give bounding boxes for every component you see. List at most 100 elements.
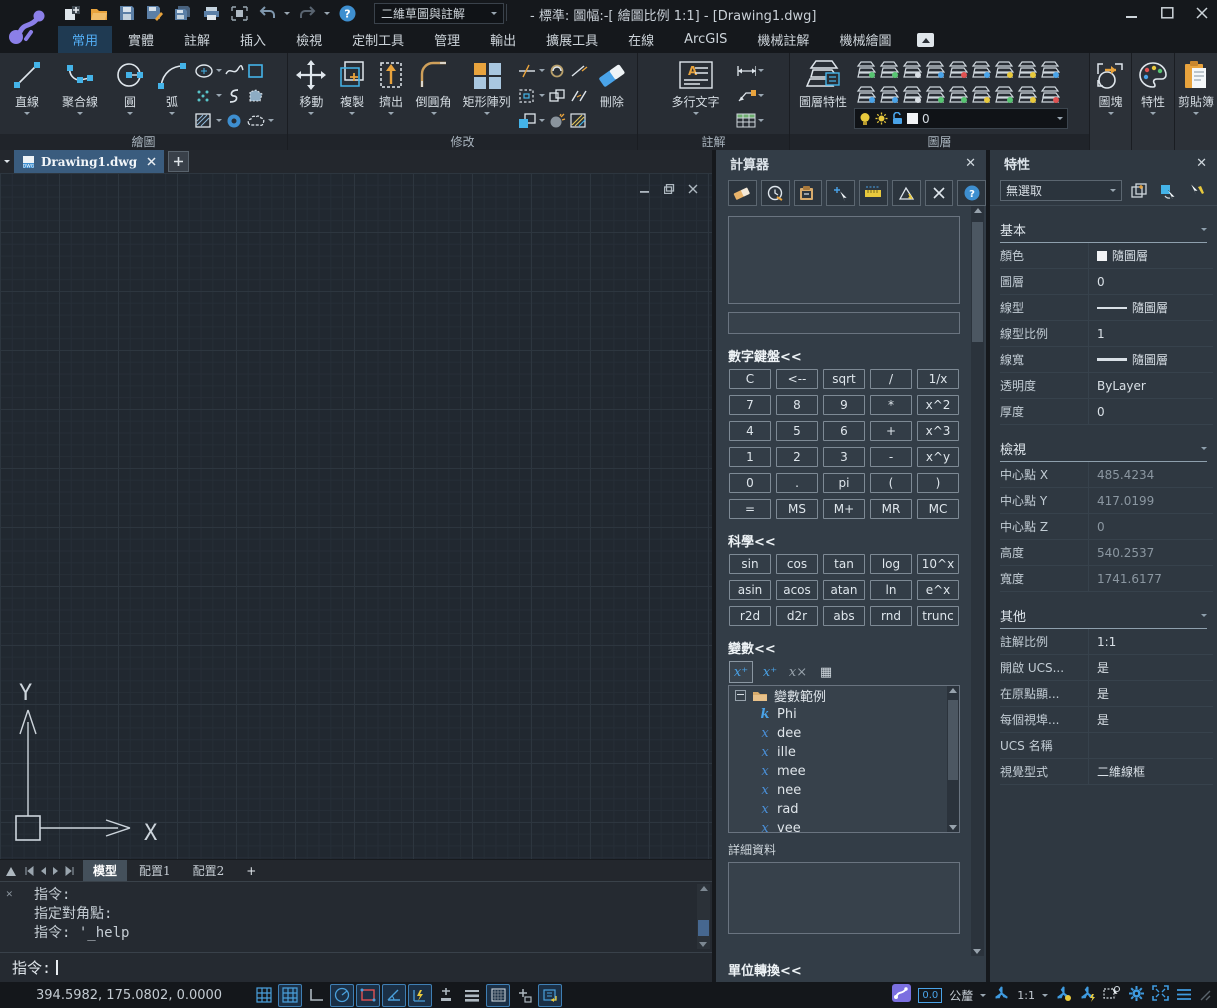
chevron-down-icon[interactable]: [693, 112, 699, 115]
calc-help-icon[interactable]: ?: [957, 180, 986, 206]
calculator-input-box[interactable]: [728, 312, 960, 334]
tab-mech-draw[interactable]: 機械繪圖: [825, 26, 905, 53]
delete-icon[interactable]: [925, 180, 954, 206]
layer-tool-icon[interactable]: [1038, 56, 1061, 81]
layer-tool-icon[interactable]: [1015, 56, 1038, 81]
layer-tool-icon[interactable]: [1015, 81, 1038, 106]
dimension-icon[interactable]: [736, 61, 756, 81]
clipboard-button[interactable]: 剪貼簿: [1175, 56, 1217, 115]
circle-button[interactable]: 圓: [110, 56, 150, 115]
property-row[interactable]: 寬度1741.6177: [1000, 566, 1213, 592]
paste-to-command-icon[interactable]: [794, 180, 823, 206]
next-layout-icon[interactable]: [52, 866, 60, 876]
layer-dropdown[interactable]: 0: [854, 108, 1068, 129]
layout-tab-2[interactable]: 配置2: [183, 860, 235, 881]
undo-dropdown-icon[interactable]: [284, 12, 290, 15]
tab-express-tools[interactable]: 擴展工具: [532, 26, 612, 53]
panel-label-draw[interactable]: 繪圖: [0, 134, 287, 150]
transparency-toggle[interactable]: [486, 984, 510, 1007]
layer-tool-icon[interactable]: [969, 81, 992, 106]
annotation-scale-icon[interactable]: [993, 985, 1010, 1006]
calc-key[interactable]: MS: [776, 499, 818, 519]
tab-view[interactable]: 檢視: [282, 26, 336, 53]
document-tab[interactable]: DWG Drawing1.dwg: [14, 150, 164, 173]
variable-item[interactable]: xrad: [729, 800, 959, 819]
calc-key[interactable]: <--: [776, 369, 818, 389]
app-logo-icon[interactable]: [0, 0, 56, 53]
command-close-icon[interactable]: ✕: [6, 887, 13, 900]
polar-tracking-toggle[interactable]: [330, 984, 354, 1007]
tree-scrollbar[interactable]: [947, 686, 959, 832]
calc-key[interactable]: MR: [870, 499, 912, 519]
calc-key[interactable]: =: [729, 499, 771, 519]
panel-label-layers[interactable]: 圖層: [790, 134, 1089, 150]
break-icon[interactable]: [569, 86, 589, 106]
property-row[interactable]: 註解比例1:1: [1000, 629, 1213, 655]
trim-icon[interactable]: [517, 61, 537, 81]
chevron-down-icon[interactable]: [216, 94, 222, 97]
explode-icon[interactable]: [547, 111, 567, 131]
collapse-node-icon[interactable]: [735, 690, 746, 701]
scale-chevron-icon[interactable]: [1042, 994, 1048, 997]
calc-key[interactable]: 7: [729, 395, 771, 415]
calc-key[interactable]: (: [870, 473, 912, 493]
variables-tree[interactable]: 變數範例 kPhi xdee xille xmee xnee xrad xvee: [728, 685, 960, 833]
layer-tool-icon[interactable]: [1038, 81, 1061, 106]
calc-key[interactable]: 0: [729, 473, 771, 493]
chevron-down-icon[interactable]: [1150, 112, 1156, 115]
cmd-expand-icon[interactable]: [6, 861, 16, 880]
property-row[interactable]: UCS 名稱: [1000, 733, 1213, 759]
add-layout-button[interactable]: +: [236, 862, 266, 880]
calc-key[interactable]: d2r: [776, 606, 818, 626]
chevron-down-icon[interactable]: [169, 112, 175, 115]
chevron-down-icon[interactable]: [24, 112, 30, 115]
calc-key[interactable]: abs: [823, 606, 865, 626]
line-button[interactable]: 直線: [4, 56, 50, 115]
ribbon-collapse-button[interactable]: [917, 33, 934, 47]
chevron-down-icon[interactable]: [484, 112, 490, 115]
chevron-down-icon[interactable]: [758, 69, 764, 72]
calc-key[interactable]: 2: [776, 447, 818, 467]
layer-tool-icon[interactable]: [854, 81, 877, 106]
tab-online[interactable]: 在線: [614, 26, 668, 53]
app-mini-logo-icon[interactable]: [892, 984, 911, 1006]
variables-folder-row[interactable]: 變數範例: [729, 686, 959, 705]
calc-key[interactable]: pi: [823, 473, 865, 493]
variable-item[interactable]: xille: [729, 743, 959, 762]
chevron-down-icon[interactable]: [758, 94, 764, 97]
tab-insert[interactable]: 插入: [226, 26, 280, 53]
command-history[interactable]: ✕ 指令: 指定對角點: 指令: '_help: [0, 881, 712, 952]
property-row[interactable]: 顏色隨圖層: [1000, 243, 1213, 269]
auto-scale-icon[interactable]: [1079, 985, 1096, 1006]
calc-key[interactable]: x^2: [917, 395, 959, 415]
select-objects-icon[interactable]: [1185, 180, 1209, 201]
chevron-down-icon[interactable]: [539, 94, 545, 97]
lineweight-toggle[interactable]: [460, 984, 484, 1007]
calc-key[interactable]: x^3: [917, 421, 959, 441]
chevron-down-icon[interactable]: [539, 69, 545, 72]
redo-icon[interactable]: [296, 3, 318, 23]
calculator-close-icon[interactable]: ✕: [965, 156, 976, 171]
erase-button[interactable]: 刪除: [591, 56, 633, 110]
layer-tool-icon[interactable]: [969, 56, 992, 81]
lengthen-icon[interactable]: [569, 61, 589, 81]
angle-snap-toggle[interactable]: [382, 984, 406, 1007]
save-as-icon[interactable]: [144, 3, 166, 23]
calc-key[interactable]: log: [870, 554, 912, 574]
ellipse-icon[interactable]: [194, 61, 214, 81]
new-variable-icon[interactable]: x⁺: [729, 661, 753, 683]
variable-item[interactable]: xnee: [729, 781, 959, 800]
fillet-button[interactable]: 倒圓角: [411, 56, 457, 115]
details-box[interactable]: [728, 862, 960, 934]
tab-output[interactable]: 輸出: [476, 26, 530, 53]
point-icon[interactable]: [194, 86, 214, 106]
gear-icon[interactable]: [1128, 985, 1145, 1006]
leader-icon[interactable]: [736, 86, 756, 106]
calc-key[interactable]: tan: [823, 554, 865, 574]
chevron-down-icon[interactable]: [216, 119, 222, 122]
property-row[interactable]: 中心點 Z0: [1000, 514, 1213, 540]
calc-key[interactable]: ln: [870, 580, 912, 600]
last-layout-icon[interactable]: [65, 866, 75, 876]
doc-minimize-icon[interactable]: [640, 179, 651, 198]
snap-toggle[interactable]: [278, 984, 302, 1007]
